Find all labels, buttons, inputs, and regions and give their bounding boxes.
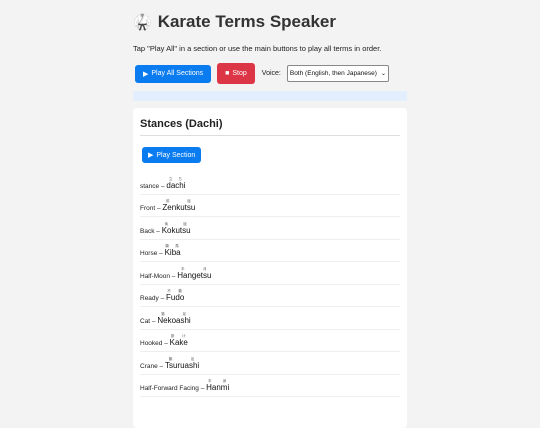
term-furigana: 前 屈 <box>162 199 196 203</box>
term-english: Ready <box>140 295 159 302</box>
term-furigana: 鶴 足 <box>164 356 200 361</box>
term-furigana: 掛 け <box>169 334 188 338</box>
play-icon: ▶ <box>148 152 154 159</box>
play-all-label: Play All Sections <box>151 70 204 77</box>
term-english: Hooked <box>140 340 163 347</box>
term-text: Half-Forward Facing – Hanmi半 身 <box>140 379 230 392</box>
voice-select[interactable]: Both (English, then Japanese) ⌄ <box>286 65 389 82</box>
term-furigana: 猫 足 <box>157 311 191 316</box>
term-japanese: Hanmi <box>206 383 230 392</box>
voice-selected-value: Both (English, then Japanese) <box>289 70 377 77</box>
term-text: stance – dachi立ち <box>140 176 186 190</box>
term-japanese: Hangetsu <box>177 270 212 280</box>
status-bar <box>133 91 407 101</box>
term-english: Back <box>140 227 155 235</box>
term-japanese: Kiba <box>164 248 181 257</box>
term-english: Half-Moon <box>140 272 170 280</box>
term-japanese: dachi <box>166 180 186 190</box>
main-controls: ▶ Play All Sections ■ Stop Voice: Both (… <box>135 63 389 84</box>
stop-button[interactable]: ■ Stop <box>217 63 255 84</box>
term-row[interactable]: Half-Forward Facing – Hanmi半 身 <box>140 375 400 397</box>
term-row[interactable]: stance – dachi立ち <box>140 172 400 195</box>
term-text: Cat – Nekoashi猫 足 <box>140 311 191 325</box>
term-english: Front <box>140 205 156 212</box>
voice-label: Voice: <box>261 70 281 77</box>
term-furigana: 不 動 <box>166 289 185 293</box>
intro-text: Tap "Play All" in a section or use the m… <box>133 44 382 53</box>
term-english: Half-Forward Facing <box>140 385 199 392</box>
term-japanese: Kokutsu <box>161 225 191 235</box>
term-text: Front – Zenkutsu前 屈 <box>140 199 196 212</box>
term-list: stance – dachi立ち Front – Zenkutsu前 屈 Bac… <box>140 172 400 397</box>
term-text: Half-Moon – Hangetsu半 月 <box>140 266 212 280</box>
term-furigana: 立ち <box>166 176 186 181</box>
term-text: Ready – Fudo不 動 <box>140 289 185 302</box>
karate-gi-icon: 🥋 <box>133 14 152 31</box>
page-title: 🥋 Karate Terms Speaker <box>133 12 336 32</box>
term-text: Back – Kokutsu後 屈 <box>140 221 191 235</box>
term-furigana: 騎 馬 <box>164 244 181 248</box>
term-japanese: Kake <box>169 338 188 347</box>
term-row[interactable]: Half-Moon – Hangetsu半 月 <box>140 262 400 285</box>
app-title: Karate Terms Speaker <box>157 12 336 31</box>
term-japanese: Nekoashi <box>157 315 191 325</box>
section-divider <box>140 135 400 136</box>
stop-label: Stop <box>232 70 247 77</box>
term-row[interactable]: Front – Zenkutsu前 屈 <box>140 195 400 217</box>
term-japanese: Zenkutsu <box>162 203 196 212</box>
term-row[interactable]: Horse – Kiba騎 馬 <box>140 240 400 262</box>
term-row[interactable]: Hooked – Kake掛 け <box>140 330 400 352</box>
term-english: Crane <box>140 362 158 370</box>
term-english: Cat <box>140 317 151 325</box>
term-furigana: 半 身 <box>206 379 230 383</box>
term-row[interactable]: Ready – Fudo不 動 <box>140 285 400 307</box>
play-section-label: Play Section <box>156 151 196 159</box>
term-text: Hooked – Kake掛 け <box>140 334 188 347</box>
term-japanese: Tsuruashi <box>164 360 200 370</box>
section-card-stances: Stances (Dachi) ▶ Play Section stance – … <box>133 108 407 428</box>
play-section-button[interactable]: ▶ Play Section <box>142 147 202 163</box>
term-furigana: 後 屈 <box>161 221 191 226</box>
term-row[interactable]: Back – Kokutsu後 屈 <box>140 217 400 240</box>
term-text: Crane – Tsuruashi鶴 足 <box>140 356 200 370</box>
chevron-down-icon: ⌄ <box>380 71 386 77</box>
term-text: Horse – Kiba騎 馬 <box>140 244 181 257</box>
play-icon: ▶ <box>143 70 149 78</box>
term-row[interactable]: Cat – Nekoashi猫 足 <box>140 307 400 330</box>
section-title: Stances (Dachi) <box>140 118 223 130</box>
term-english: Horse <box>140 250 158 257</box>
term-row[interactable]: Crane – Tsuruashi鶴 足 <box>140 352 400 375</box>
stop-icon: ■ <box>225 70 230 77</box>
term-english: stance <box>140 182 160 190</box>
term-furigana: 半 月 <box>177 266 212 271</box>
term-japanese: Fudo <box>166 293 185 302</box>
play-all-sections-button[interactable]: ▶ Play All Sections <box>135 64 212 83</box>
